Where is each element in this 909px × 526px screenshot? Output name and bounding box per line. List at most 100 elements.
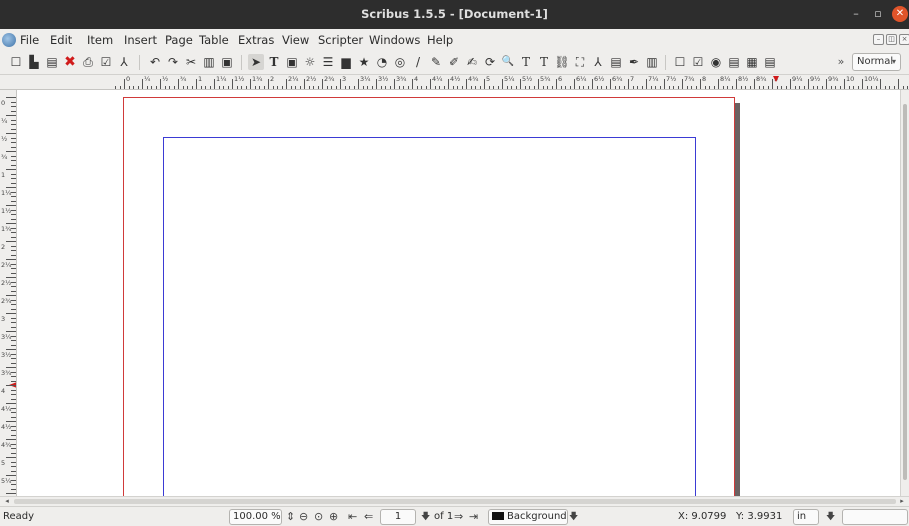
menu-page[interactable]: Page xyxy=(165,33,193,47)
measurements-icon[interactable]: ⅄ xyxy=(590,54,606,70)
unlink-text-frames-icon[interactable]: ⛶ xyxy=(572,54,588,70)
document-canvas[interactable] xyxy=(17,90,900,496)
cut-icon[interactable]: ✂ xyxy=(183,54,199,70)
select-item-icon[interactable]: ➤ xyxy=(248,54,264,70)
page-dropdown-icon[interactable]: 🡇 xyxy=(421,510,430,524)
ruler-label: 8¼ xyxy=(720,75,731,83)
vertical-scrollbar-thumb[interactable] xyxy=(903,104,907,480)
preflight-verifier-icon[interactable]: ☑ xyxy=(98,54,114,70)
close-window-button[interactable]: ✕ xyxy=(892,6,908,22)
ruler-tick xyxy=(790,79,791,89)
scroll-right-arrow-icon[interactable]: ▸ xyxy=(897,497,907,506)
paste-icon[interactable]: ▣ xyxy=(219,54,235,70)
menu-file[interactable]: File xyxy=(20,33,39,47)
toolbar-overflow-icon[interactable]: » xyxy=(833,54,849,70)
mdi-minimize-button[interactable]: – xyxy=(873,34,884,45)
page-shadow xyxy=(735,103,740,496)
zoom-out-icon[interactable]: ⊖ xyxy=(299,510,308,524)
zoom-spin-icon[interactable]: ⇕ xyxy=(286,510,295,524)
menu-extras[interactable]: Extras xyxy=(238,33,274,47)
unit-select[interactable]: in xyxy=(793,509,819,525)
redo-icon[interactable]: ↷ xyxy=(165,54,181,70)
copy-icon[interactable]: ▥ xyxy=(201,54,217,70)
zoom-actual-size-icon[interactable]: ⊙ xyxy=(314,510,323,524)
zoom-level-input[interactable]: 100.00 % xyxy=(229,509,282,525)
ruler-tick xyxy=(11,281,16,283)
ruler-tick xyxy=(11,272,16,274)
ruler-tick xyxy=(619,86,620,89)
shape-icon[interactable]: ▆ xyxy=(338,54,354,70)
first-page-icon[interactable]: ⇤ xyxy=(348,510,357,524)
zoom-icon[interactable]: 🔍 xyxy=(500,54,516,70)
scroll-left-arrow-icon[interactable]: ◂ xyxy=(2,497,12,506)
vertical-scrollbar[interactable] xyxy=(900,90,909,496)
menu-table[interactable]: Table xyxy=(199,33,229,47)
spiral-icon[interactable]: ◎ xyxy=(392,54,408,70)
layer-dropdown-icon[interactable]: 🡇 xyxy=(569,510,578,524)
bezier-curve-icon[interactable]: ✎ xyxy=(428,54,444,70)
ruler-tick xyxy=(6,349,16,350)
calligraphic-line-icon[interactable]: ✍ xyxy=(464,54,480,70)
menu-edit[interactable]: Edit xyxy=(50,33,72,47)
menu-windows[interactable]: Windows xyxy=(369,33,420,47)
ruler-tick xyxy=(6,457,16,458)
ruler-tick xyxy=(11,236,16,238)
open-document-icon[interactable]: ▙ xyxy=(26,54,42,70)
menu-view[interactable]: View xyxy=(282,33,309,47)
line-icon[interactable]: / xyxy=(410,54,426,70)
layer-select[interactable]: Background xyxy=(488,509,568,525)
maximize-button[interactable]: ▫ xyxy=(870,6,886,22)
minimize-button[interactable]: – xyxy=(848,6,864,22)
horizontal-scrollbar[interactable]: ◂ ▸ xyxy=(0,496,909,506)
vertical-ruler[interactable]: 0 ¼ ½ ¾ 1 1¼ 1½ 1¾ 2 2¼ 2½ 2¾ 3 3¼ 3½ 3¾ 4 4¼ 4½ 4¾ 5 5¼ xyxy=(0,90,17,496)
print-icon[interactable]: ⎙ xyxy=(80,54,96,70)
arc-icon[interactable]: ◔ xyxy=(374,54,390,70)
edit-contents-icon[interactable]: T xyxy=(518,54,534,70)
pdf-text-annotation-icon[interactable]: ▤ xyxy=(762,54,778,70)
freehand-line-icon[interactable]: ✐ xyxy=(446,54,462,70)
status-message: Ready xyxy=(3,511,35,522)
pdf-radio-button-icon[interactable]: ◉ xyxy=(708,54,724,70)
undo-icon[interactable]: ↶ xyxy=(147,54,163,70)
export-pdf-icon[interactable]: ⅄ xyxy=(116,54,132,70)
previous-page-icon[interactable]: ⇐ xyxy=(364,510,373,524)
menu-insert[interactable]: Insert xyxy=(124,33,157,47)
current-page-input[interactable]: 1 xyxy=(380,509,416,525)
copy-item-properties-icon[interactable]: ▤ xyxy=(608,54,624,70)
close-document-icon[interactable]: ✖ xyxy=(62,54,78,70)
pdf-list-box-icon[interactable]: ▦ xyxy=(744,54,760,70)
last-page-icon[interactable]: ⇥ xyxy=(469,510,478,524)
ruler-label: 1½ xyxy=(234,75,245,83)
pdf-text-field-icon[interactable]: ☐ xyxy=(672,54,688,70)
pdf-checkbox-icon[interactable]: ☑ xyxy=(690,54,706,70)
ruler-label: 0 xyxy=(1,99,6,107)
table-icon[interactable]: ☰ xyxy=(320,54,336,70)
save-document-icon[interactable]: ▤ xyxy=(44,54,60,70)
link-text-frames-icon[interactable]: ⛓ xyxy=(554,54,570,70)
eyedropper-icon[interactable]: ✒ xyxy=(626,54,642,70)
render-frame-icon[interactable]: ☼ xyxy=(302,54,318,70)
zoom-in-icon[interactable]: ⊕ xyxy=(329,510,338,524)
unit-dropdown-icon[interactable]: 🡇 xyxy=(826,510,835,524)
mdi-restore-button[interactable]: ◫ xyxy=(886,34,897,45)
menu-scripter[interactable]: Scripter xyxy=(318,33,363,47)
rotate-item-icon[interactable]: ⟳ xyxy=(482,54,498,70)
horizontal-ruler[interactable]: 0 ¼ ½ ¾ 1 1¼ 1½ 1¾ 2 2¼ 2½ 2¾ 3 3¼ 3½ 3¾ 4 4¼ 4½ 4¾ 5 5¼ 5½ 5¾ 6… xyxy=(0,74,909,90)
polygon-icon[interactable]: ★ xyxy=(356,54,372,70)
next-page-icon[interactable]: ⇒ xyxy=(454,510,463,524)
menu-help[interactable]: Help xyxy=(427,33,453,47)
pdf-combo-box-icon[interactable]: ▤ xyxy=(726,54,742,70)
text-frame-icon[interactable]: T xyxy=(266,54,282,70)
horizontal-scrollbar-thumb[interactable] xyxy=(14,499,896,504)
scribus-app-icon[interactable] xyxy=(2,33,16,47)
image-frame-icon[interactable]: ▣ xyxy=(284,54,300,70)
extra-status-field[interactable] xyxy=(842,509,908,525)
mdi-close-button[interactable]: × xyxy=(899,34,909,45)
edit-text-icon[interactable]: T xyxy=(536,54,552,70)
new-document-icon[interactable]: ☐ xyxy=(8,54,24,70)
ruler-tick xyxy=(6,151,16,152)
ruler-tick xyxy=(574,79,575,89)
paragraph-style-select[interactable]: Normal ▾ xyxy=(852,53,901,71)
pdf-push-button-icon[interactable]: ▥ xyxy=(644,54,660,70)
menu-item[interactable]: Item xyxy=(87,33,113,47)
